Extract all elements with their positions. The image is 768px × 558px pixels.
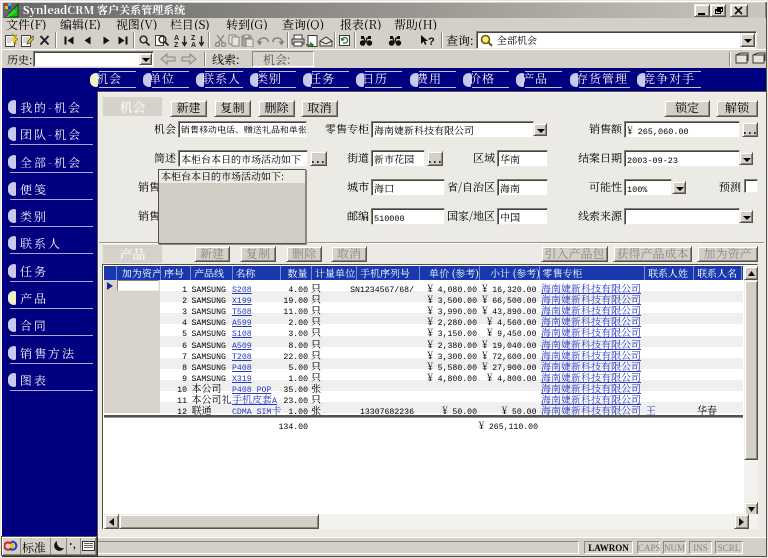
svg-text:Z: Z xyxy=(174,42,179,47)
svg-text:?: ? xyxy=(428,36,435,47)
svg-text:A: A xyxy=(174,35,179,42)
svg-text:A: A xyxy=(191,42,196,47)
svg-text:Z: Z xyxy=(191,35,196,42)
